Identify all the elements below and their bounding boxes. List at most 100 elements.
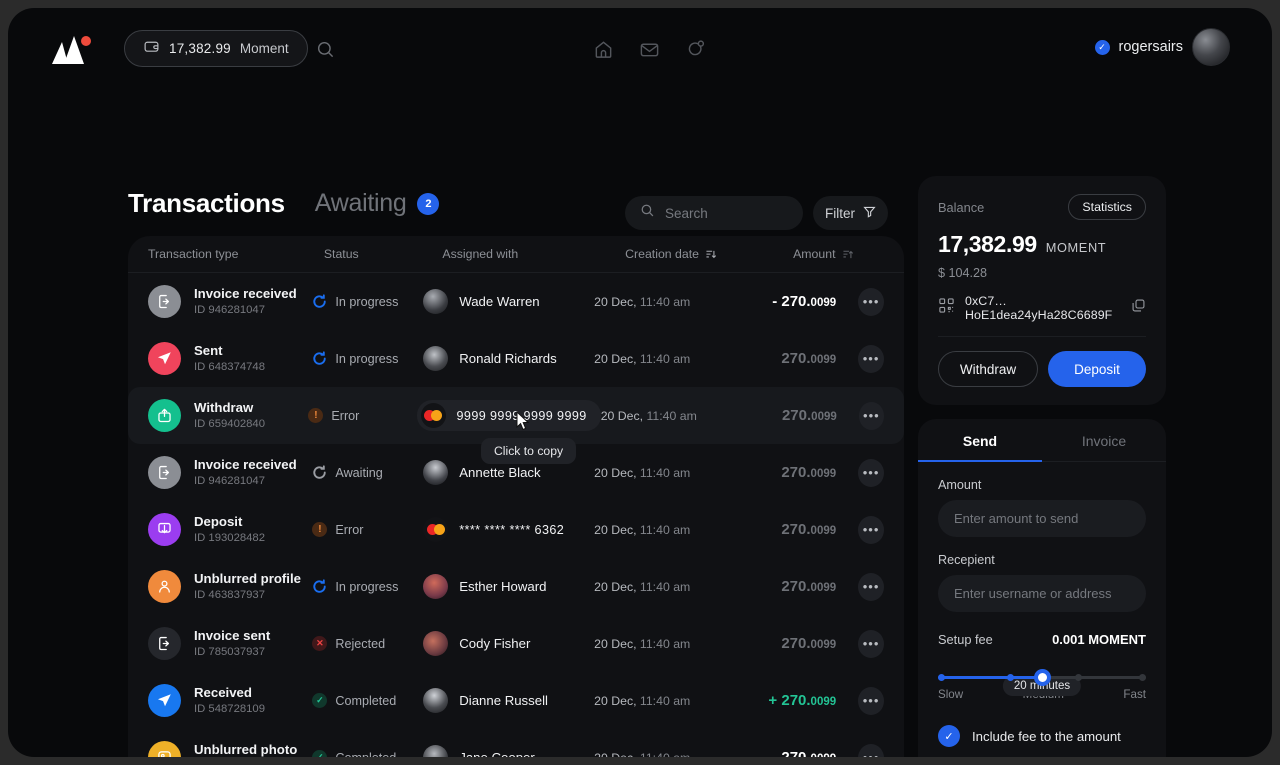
status-progress-icon (312, 351, 327, 366)
home-icon[interactable] (586, 32, 620, 66)
avatar (423, 460, 449, 485)
table-row[interactable]: Sent ID 648374748 In progress Ronald Ric… (128, 330, 904, 387)
card-number-chip[interactable]: 9999 9999 9999 9999 (416, 400, 601, 431)
include-fee-row[interactable]: ✓ Include fee to the amount (918, 725, 1166, 747)
balance-usd: $ 104.28 (938, 266, 988, 280)
received-icon (148, 684, 181, 717)
copy-icon[interactable] (1131, 298, 1146, 318)
recipient-input[interactable] (938, 575, 1146, 612)
table-row[interactable]: Invoice received ID 946281047 In progres… (128, 273, 904, 330)
deposit-icon (148, 513, 181, 546)
qr-code-icon[interactable] (938, 297, 955, 319)
recipient-label: Recepient (938, 553, 995, 567)
transaction-type-cell: Invoice received ID 946281047 (148, 456, 312, 489)
transaction-type-name: Deposit (194, 513, 243, 529)
card-number: **** **** **** 6362 (459, 522, 565, 537)
row-menu-button[interactable]: ••• (858, 287, 884, 316)
notification-icon[interactable] (678, 32, 712, 66)
withdraw-button[interactable]: Withdraw (938, 351, 1038, 387)
avatar[interactable] (1192, 28, 1230, 66)
slider-step-slow[interactable] (938, 674, 945, 681)
fee-speed-slider[interactable]: 20 minutes Slow Medium Fast (918, 669, 1166, 701)
amount-input[interactable] (938, 500, 1146, 537)
slider-thumb[interactable] (1034, 669, 1051, 686)
user-account[interactable]: ✓ rogersairs (1094, 28, 1230, 66)
search-input[interactable] (665, 205, 785, 221)
assigned-with-cell: Wade Warren (423, 289, 594, 314)
wallet-balance-pill[interactable]: 17,382.99 Moment (124, 30, 308, 67)
assigned-with-cell: Cody Fisher (423, 631, 594, 656)
filter-button-label: Filter (825, 205, 855, 221)
row-menu-button[interactable]: ••• (858, 344, 884, 373)
slider-step-2[interactable] (1006, 674, 1014, 681)
column-header-amount[interactable]: Amount (793, 247, 884, 261)
assigned-with-cell: Jane Cooper (423, 745, 594, 757)
send-icon (148, 342, 181, 375)
row-menu-button[interactable]: ••• (858, 686, 884, 715)
row-menu-button[interactable]: ••• (858, 629, 884, 658)
assigned-with-cell: Dianne Russell (423, 688, 594, 713)
assigned-person-name: Esther Howard (459, 579, 547, 594)
transaction-type-name: Invoice received (194, 456, 297, 472)
include-fee-label: Include fee to the amount (972, 728, 1121, 744)
status-label: In progress (335, 294, 399, 309)
column-header-creation-date[interactable]: Creation date (625, 247, 793, 261)
row-menu-button[interactable]: ••• (858, 743, 884, 757)
wallet-address-row[interactable]: 0xC7…HoE1dea24yHa28C6689F (938, 294, 1146, 337)
transaction-type-name: Unblurred photo (194, 741, 298, 757)
avatar (423, 631, 449, 656)
creation-date-cell: 20 Dec, 11:40 am (600, 408, 697, 423)
status-label: In progress (335, 351, 399, 366)
column-header-status[interactable]: Status (324, 247, 443, 261)
assigned-with-cell: Esther Howard (423, 574, 594, 599)
transaction-id: ID 193028482 (194, 531, 265, 544)
send-card: Send Invoice Amount Recepient Setup fee … (918, 419, 1166, 757)
table-row[interactable]: Unblurred profile ID 463837937 In progre… (128, 558, 904, 615)
transactions-panel: Transaction type Status Assigned with Cr… (128, 236, 904, 757)
column-header-amount-label: Amount (793, 247, 836, 261)
transaction-id: ID 648374748 (194, 360, 265, 373)
slider-step-fast[interactable] (1139, 674, 1146, 681)
include-fee-checkbox[interactable]: ✓ (938, 725, 960, 747)
card-number-chip[interactable]: **** **** **** 6362 (423, 514, 578, 545)
mail-icon[interactable] (632, 32, 666, 66)
slider-step-3[interactable] (1075, 674, 1083, 681)
column-header-assigned-with[interactable]: Assigned with (442, 247, 625, 261)
photo-icon (148, 741, 181, 757)
recipient-field-group: Recepient (918, 553, 1166, 612)
row-menu-button[interactable]: ••• (858, 458, 884, 487)
table-row[interactable]: Invoice sent ID 785037937 ✕ Rejected Cod… (128, 615, 904, 672)
statistics-button[interactable]: Statistics (1068, 194, 1146, 220)
row-menu-button[interactable]: ••• (858, 515, 884, 544)
wallet-address: 0xC7…HoE1dea24yHa28C6689F (965, 294, 1113, 322)
transaction-type-name: Sent (194, 342, 223, 358)
slider-track[interactable] (938, 669, 1146, 686)
brand-logo-icon[interactable] (50, 34, 94, 64)
column-header-transaction-type[interactable]: Transaction type (148, 247, 324, 261)
creation-date-cell: 20 Dec, 11:40 am (594, 693, 691, 708)
table-row[interactable]: Unblurred photo ID 846735928 ✓ Completed… (128, 729, 904, 757)
row-menu-button[interactable]: ••• (858, 572, 884, 601)
filter-icon (863, 205, 876, 221)
wallet-icon (143, 38, 160, 60)
amount-cell: 270.0099 (781, 464, 837, 481)
tab-awaiting[interactable]: Awaiting 2 (315, 189, 440, 218)
status-cell: ! Error (308, 408, 416, 423)
deposit-button[interactable]: Deposit (1048, 351, 1146, 387)
mouse-cursor-icon (513, 410, 533, 439)
filter-button[interactable]: Filter (813, 196, 888, 230)
transaction-id: ID 785037937 (194, 645, 265, 658)
transaction-id: ID 463837937 (194, 588, 265, 601)
creation-date-cell: 20 Dec, 11:40 am (594, 465, 691, 480)
status-cell: ✕ Rejected (312, 636, 423, 651)
row-menu-button[interactable]: ••• (858, 401, 884, 430)
tab-send[interactable]: Send (918, 419, 1042, 462)
table-row[interactable]: Deposit ID 193028482 ! Error **** **** *… (128, 501, 904, 558)
awaiting-count-badge: 2 (417, 192, 440, 215)
assigned-person-name: Ronald Richards (459, 351, 557, 366)
status-progress-icon (312, 294, 327, 309)
table-row[interactable]: Received ID 548728109 ✓ Completed Dianne… (128, 672, 904, 729)
tab-invoice[interactable]: Invoice (1042, 419, 1166, 461)
search-box[interactable] (625, 196, 803, 230)
search-icon[interactable] (308, 32, 342, 66)
